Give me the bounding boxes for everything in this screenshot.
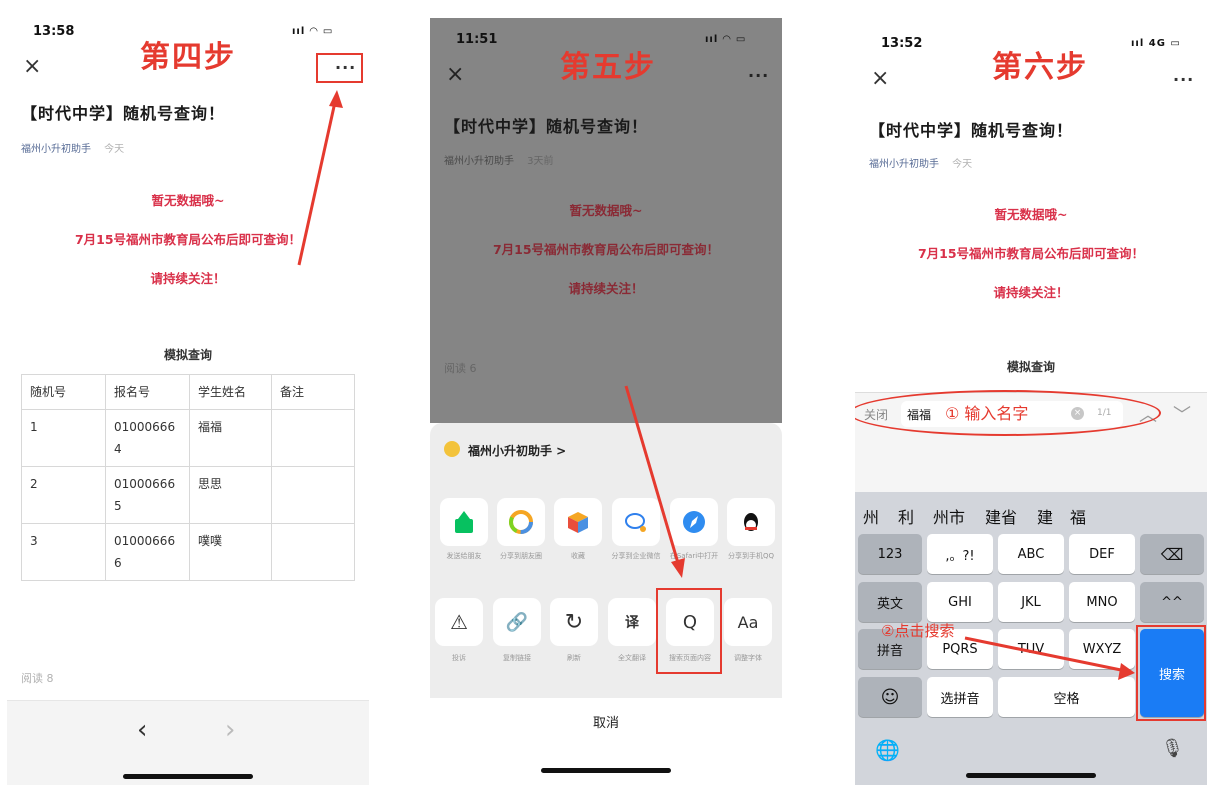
arrow-line: [624, 385, 680, 564]
arrow-annotation: [624, 385, 685, 578]
arrow-line: [297, 101, 337, 266]
arrow-head: [1118, 663, 1135, 680]
arrow-annotation: [297, 90, 343, 266]
arrow-head: [329, 90, 343, 108]
arrow-annotation: [964, 636, 1135, 680]
phone-step-five: 11:51 ııl ◠ ▭ 第五步 × ··· 【时代中学】随机号查询！ 福州小…: [430, 18, 782, 780]
phone-step-four: 13:58 ııl ◠ ▭ 第四步 × ··· 【时代中学】随机号查询！ 福州小…: [7, 10, 369, 785]
arrow-head: [671, 558, 685, 578]
phone-step-six: 13:52 ııl 4G ▭ 第六步 × ··· 【时代中学】随机号查询！ 福州…: [855, 20, 1207, 785]
arrow-line: [964, 636, 1122, 672]
